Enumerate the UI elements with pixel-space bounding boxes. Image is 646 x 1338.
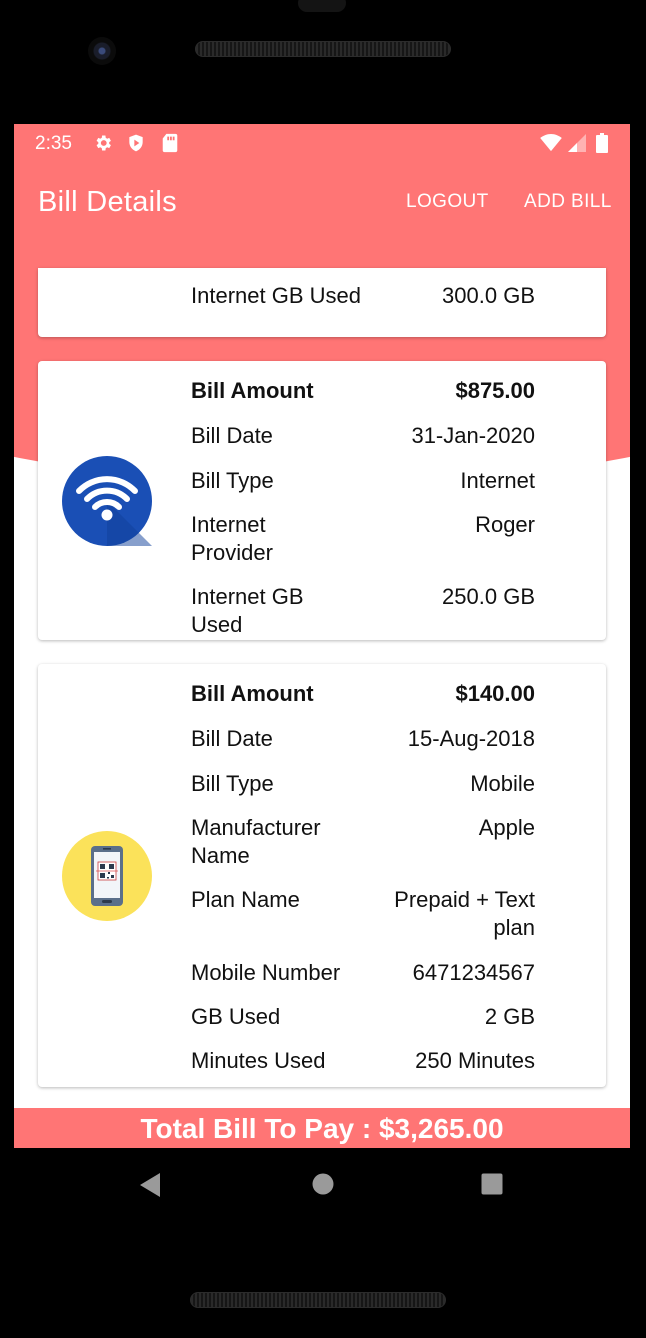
row-value: 31-Jan-2020 [411,423,535,448]
device-frame: 2:35 Bill Details LOGOUT ADD BILL Intern… [0,0,646,1338]
mobile-qr-icon [62,831,152,921]
battery-icon [591,132,613,154]
recents-icon[interactable] [480,1172,504,1201]
row-label: Manufacturer Name [191,815,321,868]
device-top-notch [298,0,346,12]
row-value: Internet [460,468,535,493]
earpiece-speaker [195,41,451,57]
wifi-signal-icon [540,132,562,154]
row-value: Apple [478,815,535,840]
app-screen: 2:35 Bill Details LOGOUT ADD BILL Intern… [14,124,630,1148]
row-value: Mobile [470,771,535,796]
shield-play-icon [125,132,147,154]
row-value: 250 Minutes [415,1048,535,1073]
row-value: 300.0 GB [442,283,535,308]
row-label: Plan Name [191,887,300,912]
wifi-icon [62,456,152,546]
row-value: $875.00 [455,378,535,403]
row-value: Roger [475,512,535,537]
front-camera [88,37,116,65]
row-value: 2 GB [484,1004,535,1029]
home-icon[interactable] [311,1172,335,1201]
bill-row: Internet GB Used 300.0 GB [191,282,535,338]
row-value: 15-Aug-2018 [407,726,535,751]
page-title: Bill Details [38,186,177,218]
row-value: Prepaid + Text plan [394,887,535,940]
status-bar: 2:35 [14,124,630,164]
row-value: $140.00 [455,681,535,706]
row-label: Internet Provider [191,512,273,565]
add-bill-button[interactable]: ADD BILL [524,191,612,213]
row-value: 6471234567 [412,960,535,985]
settings-gear-icon [92,132,114,154]
row-label: Internet GB Used [191,584,304,637]
bill-card[interactable]: Internet GB Used 300.0 GB [38,268,606,337]
logout-button[interactable]: LOGOUT [406,191,489,213]
total-bill-footer: Total Bill To Pay : $3,265.00 [14,1108,630,1148]
row-value: 250.0 GB [442,584,535,609]
system-nav-bar [14,1148,630,1220]
cell-signal-icon [566,132,588,154]
bill-card[interactable]: Bill Amount $875.00 Bill Date 31-Jan-202… [38,361,606,640]
bill-card[interactable]: Bill Amount $140.00 Bill Date 15-Aug-201… [38,664,606,1087]
back-icon[interactable] [138,1172,162,1203]
sd-card-icon [159,132,181,154]
bottom-speaker [190,1292,446,1308]
status-time: 2:35 [35,133,72,154]
